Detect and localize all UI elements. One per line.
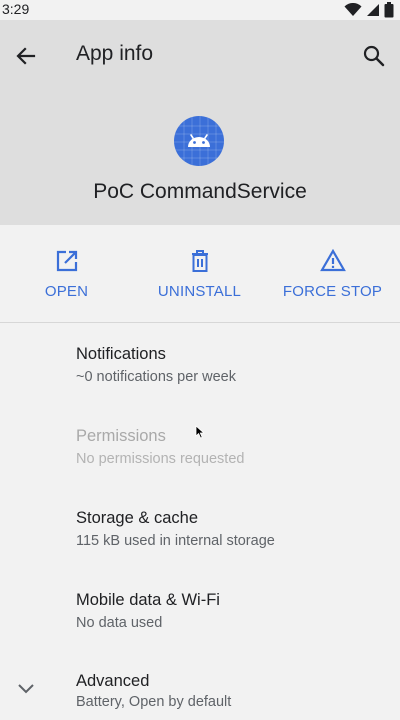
force-stop-button[interactable]: FORCE STOP (266, 225, 399, 323)
app-icon (174, 116, 224, 166)
chevron-down-icon[interactable] (16, 678, 36, 698)
mobile-data-wifi-item[interactable]: Mobile data & Wi-Fi No data used (76, 591, 220, 631)
uninstall-button[interactable]: UNINSTALL (133, 225, 266, 323)
arrow-left-icon (16, 47, 36, 65)
warning-icon (319, 247, 346, 275)
search-button[interactable] (358, 40, 390, 72)
notifications-item[interactable]: Notifications ~0 notifications per week (76, 345, 236, 385)
trash-icon (189, 247, 211, 275)
notifications-subtitle: ~0 notifications per week (76, 369, 236, 385)
action-bar: OPEN UNINSTALL FORCE STOP (0, 225, 400, 323)
status-bar: 3:29 (0, 0, 400, 20)
status-icons (344, 2, 394, 18)
mobile-data-wifi-subtitle: No data used (76, 615, 163, 631)
page-title: App info (76, 42, 154, 65)
status-time: 3:29 (2, 1, 30, 17)
advanced-subtitle: Battery, Open by default (76, 694, 232, 710)
notifications-title: Notifications (76, 345, 166, 363)
permissions-title: Permissions (76, 427, 166, 445)
mouse-cursor-icon (195, 425, 205, 439)
android-icon (174, 116, 224, 166)
storage-cache-subtitle: 115 kB used in internal storage (76, 533, 275, 549)
open-in-new-icon (55, 247, 79, 275)
open-button[interactable]: OPEN (0, 225, 133, 323)
mobile-data-wifi-title: Mobile data & Wi-Fi (76, 591, 220, 609)
open-label: OPEN (44, 283, 89, 300)
advanced-title: Advanced (76, 672, 150, 690)
back-button[interactable] (10, 40, 42, 72)
app-name: PoC CommandService (93, 180, 307, 203)
search-icon (363, 45, 385, 67)
permissions-item[interactable]: Permissions No permissions requested (76, 427, 244, 467)
battery-icon (384, 2, 394, 18)
uninstall-label: UNINSTALL (157, 283, 242, 300)
force-stop-label: FORCE STOP (282, 283, 383, 300)
storage-cache-title: Storage & cache (76, 509, 198, 527)
wifi-icon (344, 3, 362, 16)
storage-cache-item[interactable]: Storage & cache 115 kB used in internal … (76, 509, 275, 549)
app-header: App info PoC CommandService (0, 20, 400, 225)
permissions-subtitle: No permissions requested (76, 451, 245, 467)
signal-icon (367, 4, 379, 16)
advanced-item[interactable]: Advanced Battery, Open by default (76, 672, 231, 710)
